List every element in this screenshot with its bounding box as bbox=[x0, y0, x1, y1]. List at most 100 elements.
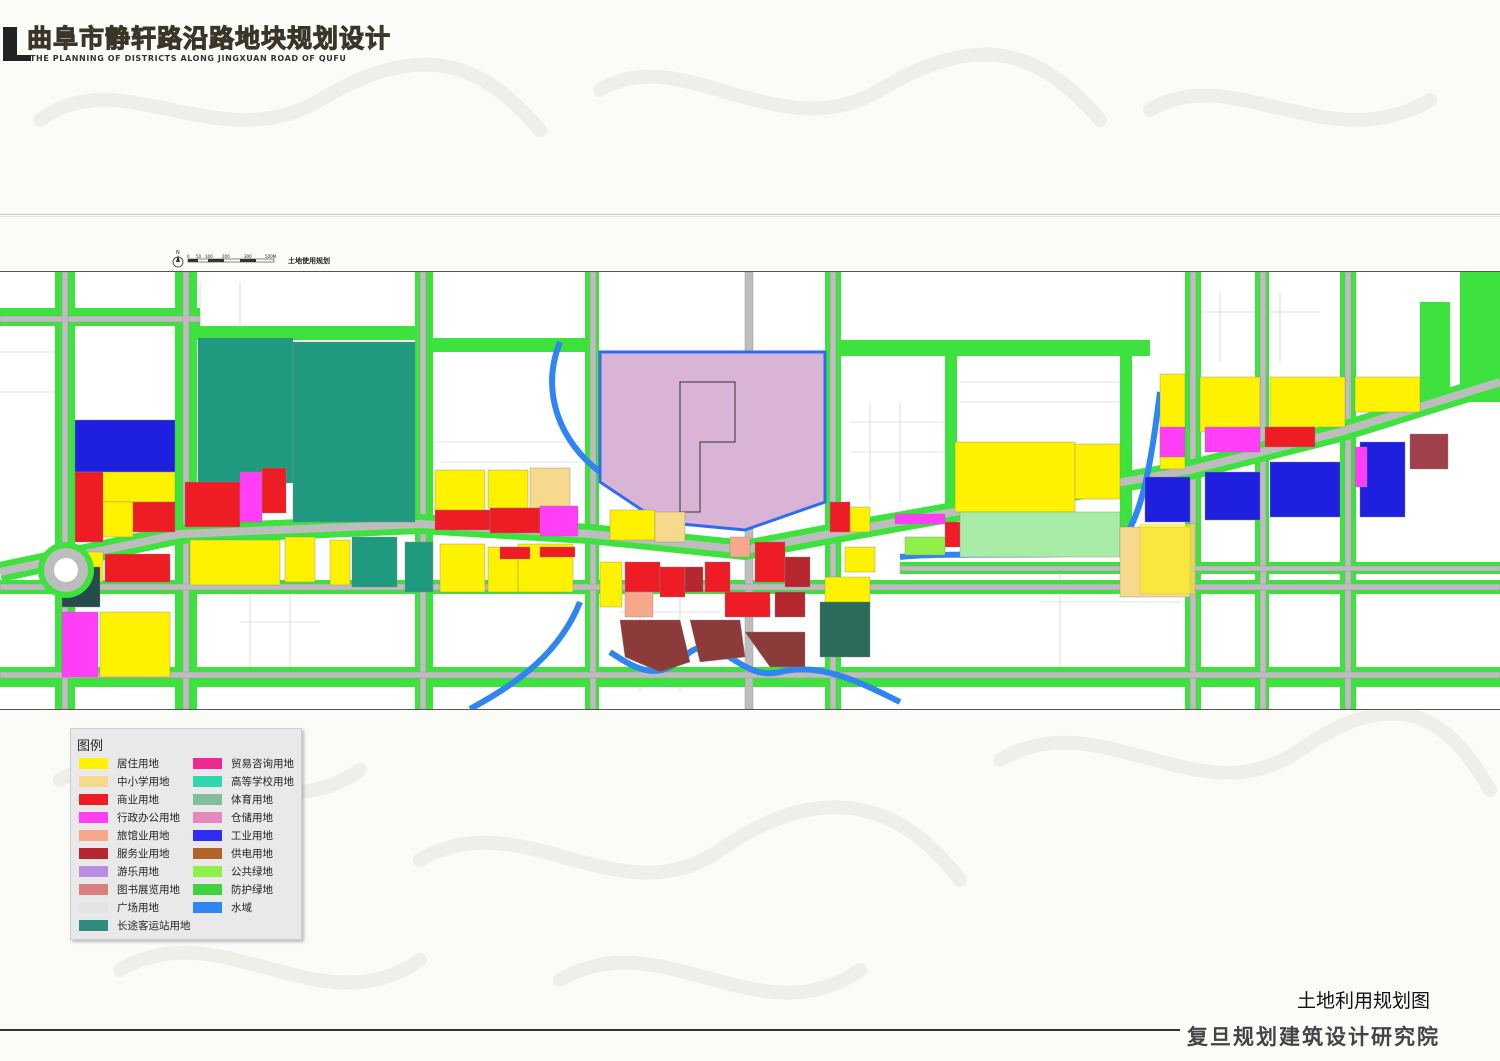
parcel-commercial[interactable] bbox=[1264, 426, 1316, 448]
parcel-admin[interactable] bbox=[1159, 426, 1186, 458]
land-use-map[interactable] bbox=[0, 271, 1500, 710]
parcel-sports[interactable] bbox=[197, 337, 294, 484]
parcel-industrial[interactable] bbox=[1269, 461, 1341, 518]
parcel-residential[interactable] bbox=[1074, 443, 1121, 500]
legend-swatch bbox=[79, 901, 108, 913]
parcel-residential[interactable] bbox=[434, 469, 486, 513]
parcel-service[interactable] bbox=[784, 556, 811, 588]
parcel-residential[interactable] bbox=[487, 469, 529, 509]
parcel-commercial[interactable] bbox=[184, 481, 241, 528]
legend-swatch bbox=[79, 775, 108, 787]
parcel-commercial[interactable] bbox=[724, 591, 771, 618]
parcel-industrial[interactable] bbox=[1144, 476, 1191, 523]
parcel-school[interactable] bbox=[654, 511, 686, 543]
parcel-residential[interactable] bbox=[1199, 376, 1261, 433]
parcel-residential[interactable] bbox=[609, 509, 656, 541]
parcel-library[interactable] bbox=[689, 619, 746, 663]
parcel-admin[interactable] bbox=[61, 611, 99, 678]
scale-tick: 500M bbox=[265, 254, 277, 259]
parcel-sports[interactable] bbox=[351, 536, 398, 588]
legend-item: 防护绿地 bbox=[193, 881, 273, 897]
legend-item: 中小学用地 bbox=[79, 773, 170, 789]
parcel-sports[interactable] bbox=[404, 541, 434, 593]
parcel-service[interactable] bbox=[684, 566, 704, 593]
legend-swatch bbox=[79, 757, 108, 769]
parcel-residential[interactable] bbox=[954, 441, 1076, 513]
legend-swatch bbox=[79, 793, 108, 805]
parcel-school[interactable] bbox=[529, 467, 571, 509]
legend-swatch bbox=[193, 883, 222, 895]
parcel-commercial[interactable] bbox=[659, 566, 686, 598]
legend-label: 防护绿地 bbox=[231, 883, 273, 896]
parcel-industrial[interactable] bbox=[1204, 471, 1261, 521]
parcel-commercial[interactable] bbox=[499, 546, 531, 560]
parcel-admin[interactable] bbox=[1354, 446, 1368, 488]
parcel-commercial[interactable] bbox=[261, 467, 287, 514]
legend-swatch bbox=[79, 829, 108, 841]
legend-swatch bbox=[193, 847, 222, 859]
parcel-commercial[interactable] bbox=[489, 507, 541, 534]
legend-label: 水域 bbox=[231, 901, 252, 914]
map-caption: 土地利用规划图 bbox=[1297, 990, 1431, 1012]
legend-title: 图例 bbox=[77, 739, 104, 754]
header-accent-foot bbox=[3, 55, 31, 61]
parcel-commercial[interactable] bbox=[132, 501, 176, 533]
parcel-residential[interactable] bbox=[99, 611, 171, 678]
legend-item: 商业用地 bbox=[79, 791, 159, 807]
legend-item: 旅馆业用地 bbox=[79, 827, 170, 843]
legend-swatch bbox=[193, 811, 222, 823]
parcel-hotel[interactable] bbox=[624, 591, 654, 618]
parcel-admin[interactable] bbox=[894, 513, 946, 525]
parcel-library[interactable] bbox=[744, 631, 806, 668]
legend-swatch bbox=[79, 865, 108, 877]
parcel-commercial[interactable] bbox=[104, 553, 171, 583]
legend-item: 游乐用地 bbox=[79, 863, 159, 879]
legend-item: 图书展览用地 bbox=[79, 881, 180, 897]
legend-label: 工业用地 bbox=[231, 829, 273, 842]
legend-swatch bbox=[79, 811, 108, 823]
legend-label: 广场用地 bbox=[117, 901, 159, 914]
parcel-commercial[interactable] bbox=[74, 471, 104, 543]
scale-bar: N 0 50 100 200 300 500M bbox=[172, 250, 277, 268]
legend-label: 商业用地 bbox=[117, 793, 159, 806]
legend-item: 仓储用地 bbox=[193, 809, 273, 825]
parcel-admin[interactable] bbox=[1204, 426, 1261, 453]
parcel-residential[interactable] bbox=[844, 546, 876, 573]
parcel-admin[interactable] bbox=[239, 471, 263, 523]
legend-label: 中小学用地 bbox=[117, 775, 170, 788]
parcel-residential[interactable] bbox=[329, 539, 351, 586]
legend-item: 体育用地 bbox=[193, 791, 273, 807]
parcel-commercial[interactable] bbox=[829, 501, 851, 533]
parcel-admin[interactable] bbox=[539, 505, 579, 537]
divider bbox=[0, 214, 1500, 215]
parcel-commercial[interactable] bbox=[539, 546, 576, 558]
footer-divider bbox=[0, 1029, 1180, 1031]
parcel-residential[interactable] bbox=[849, 506, 871, 533]
legend-item: 长途客运站用地 bbox=[79, 917, 191, 933]
parcel-sports[interactable] bbox=[292, 341, 416, 523]
parcel-residential[interactable] bbox=[599, 561, 623, 608]
parcel-industrial[interactable] bbox=[74, 419, 176, 473]
legend-item: 水域 bbox=[193, 899, 252, 915]
parcel-residential[interactable] bbox=[1269, 376, 1346, 428]
parcel-service[interactable] bbox=[1409, 433, 1449, 470]
parcel-residential[interactable] bbox=[102, 471, 176, 503]
parcel-public-green[interactable] bbox=[959, 511, 1121, 558]
parcel-residential[interactable] bbox=[102, 501, 134, 538]
parcel-residential[interactable] bbox=[1354, 376, 1421, 413]
parcel-residential[interactable] bbox=[439, 543, 486, 593]
parcel-residential[interactable] bbox=[189, 539, 281, 586]
old-city-district bbox=[598, 350, 827, 532]
parcel-commercial[interactable] bbox=[704, 561, 731, 593]
parcel-service[interactable] bbox=[774, 591, 806, 618]
legend-label: 服务业用地 bbox=[117, 847, 170, 860]
parcel-commercial[interactable] bbox=[624, 561, 661, 593]
parcel-commercial[interactable] bbox=[754, 541, 786, 583]
parcel-sports[interactable] bbox=[819, 601, 871, 658]
parcel-hotel[interactable] bbox=[729, 536, 751, 558]
parcel-public-green[interactable] bbox=[904, 536, 946, 556]
parcel-residential[interactable] bbox=[284, 536, 316, 583]
parcel-commercial[interactable] bbox=[434, 509, 491, 531]
legend-swatch bbox=[79, 883, 108, 895]
parcel-residential[interactable] bbox=[1139, 523, 1196, 595]
